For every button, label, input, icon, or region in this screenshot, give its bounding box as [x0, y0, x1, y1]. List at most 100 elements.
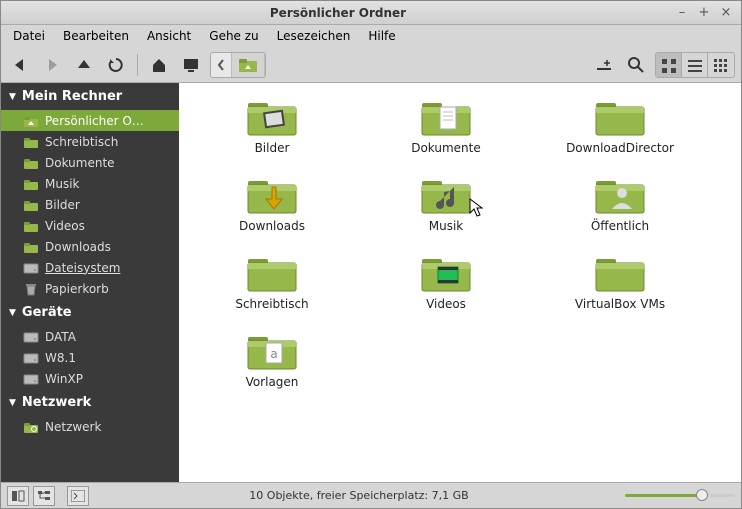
- folder-oeffentlich[interactable]: Öffentlich: [535, 173, 705, 245]
- folder-videos[interactable]: Videos: [361, 251, 531, 323]
- close-button[interactable]: ×: [717, 5, 735, 21]
- sidebar-item-network[interactable]: Netzwerk: [1, 416, 179, 437]
- folder-musik[interactable]: Musik: [361, 173, 531, 245]
- minimize-button[interactable]: –: [673, 5, 691, 21]
- network-icon: [23, 420, 39, 434]
- sidebar-item-label: Schreibtisch: [45, 135, 118, 149]
- sidebar-item-downloads[interactable]: Downloads: [1, 236, 179, 257]
- folder-icon: [594, 253, 646, 293]
- titlebar[interactable]: Persönlicher Ordner – + ×: [1, 1, 741, 25]
- sidebar-item-label: Musik: [45, 177, 80, 191]
- trash-icon: [23, 282, 39, 296]
- toolbar-separator: [137, 54, 138, 76]
- up-button[interactable]: [71, 52, 97, 78]
- folder-icon: [23, 156, 39, 170]
- folder-downloaddirector[interactable]: DownloadDirector: [535, 95, 705, 167]
- chevron-down-icon: ▼: [9, 308, 16, 318]
- sidebar-item-data[interactable]: DATA: [1, 326, 179, 347]
- folder-icon: [23, 198, 39, 212]
- sidebar-item-trash[interactable]: Papierkorb: [1, 278, 179, 299]
- sidebar-item-pictures[interactable]: Bilder: [1, 194, 179, 215]
- folder-downloads[interactable]: Downloads: [187, 173, 357, 245]
- search-button[interactable]: [623, 52, 649, 78]
- sidebar-header-devices[interactable]: ▼ Geräte: [1, 299, 179, 326]
- home-button[interactable]: [146, 52, 172, 78]
- sidebar-item-label: Netzwerk: [45, 420, 101, 434]
- sidebar-item-w81[interactable]: W8.1: [1, 347, 179, 368]
- folder-schreibtisch[interactable]: Schreibtisch: [187, 251, 357, 323]
- pathbar-toggle[interactable]: [211, 53, 232, 77]
- sidebar-header-network[interactable]: ▼ Netzwerk: [1, 389, 179, 416]
- sidebar-item-label: Papierkorb: [45, 282, 109, 296]
- folder-icon: [594, 97, 646, 137]
- folder-icon: [23, 240, 39, 254]
- sidebar-item-label: W8.1: [45, 351, 76, 365]
- back-button[interactable]: [7, 52, 33, 78]
- maximize-button[interactable]: +: [695, 5, 713, 21]
- sidebar[interactable]: ▼ Mein Rechner Persönlicher O… Schreibtis…: [1, 83, 179, 482]
- sidebar-item-label: Persönlicher O…: [45, 114, 144, 128]
- chevron-down-icon: ▼: [9, 92, 16, 102]
- view-compact-button[interactable]: [708, 53, 734, 78]
- pathbar-home-segment[interactable]: [232, 53, 265, 77]
- forward-button[interactable]: [39, 52, 65, 78]
- view-icons-button[interactable]: [656, 53, 682, 78]
- folder-vorlagen[interactable]: a Vorlagen: [187, 329, 357, 401]
- sidebar-places-button[interactable]: [7, 486, 29, 506]
- folder-icon: [420, 97, 472, 137]
- computer-button[interactable]: [178, 52, 204, 78]
- sidebar-item-label: Downloads: [45, 240, 111, 254]
- arrow-left-icon: [11, 56, 29, 74]
- drive-icon: [23, 372, 39, 386]
- sidebar-item-music[interactable]: Musik: [1, 173, 179, 194]
- folder-icon: [246, 97, 298, 137]
- sidebar-item-label: Dateisystem: [45, 261, 120, 275]
- folder-icon: [246, 175, 298, 215]
- view-mode-group: [655, 52, 735, 78]
- sidebar-item-label: Bilder: [45, 198, 80, 212]
- menu-help[interactable]: Hilfe: [360, 27, 403, 45]
- content-pane[interactable]: Bilder DokumenteDownloadDirector Downloads…: [179, 83, 741, 482]
- sidebar-item-filesystem[interactable]: Dateisystem: [1, 257, 179, 278]
- svg-text:a: a: [270, 347, 277, 361]
- zoom-slider[interactable]: [625, 494, 735, 497]
- chevron-left-icon: [217, 59, 225, 71]
- places-icon: [11, 490, 25, 502]
- sidebar-item-label: Dokumente: [45, 156, 115, 170]
- terminal-button[interactable]: [67, 486, 89, 506]
- folder-bilder[interactable]: Bilder: [187, 95, 357, 167]
- sidebar-tree-button[interactable]: [33, 486, 55, 506]
- sidebar-item-label: Videos: [45, 219, 85, 233]
- folder-icon: [420, 253, 472, 293]
- pathbar[interactable]: [210, 52, 266, 78]
- folder-label: Vorlagen: [246, 375, 299, 389]
- location-icon: [595, 58, 613, 72]
- sidebar-header-computer[interactable]: ▼ Mein Rechner: [1, 83, 179, 110]
- sidebar-section-network: ▼ Netzwerk Netzwerk: [1, 389, 179, 437]
- zoom-thumb[interactable]: [696, 489, 708, 501]
- reload-button[interactable]: [103, 52, 129, 78]
- folder-icon: [594, 175, 646, 215]
- sidebar-item-winxp[interactable]: WinXP: [1, 368, 179, 389]
- menu-file[interactable]: Datei: [5, 27, 53, 45]
- folder-virtualbox[interactable]: VirtualBox VMs: [535, 251, 705, 323]
- location-toggle-button[interactable]: [591, 52, 617, 78]
- folder-label: Bilder: [255, 141, 290, 155]
- folder-icon: a: [246, 331, 298, 371]
- folder-dokumente[interactable]: Dokumente: [361, 95, 531, 167]
- menu-bookmarks[interactable]: Lesezeichen: [269, 27, 359, 45]
- sidebar-item-label: DATA: [45, 330, 76, 344]
- sidebar-item-label: WinXP: [45, 372, 83, 386]
- folder-icon: [23, 135, 39, 149]
- sidebar-item-home[interactable]: Persönlicher O…: [1, 110, 179, 131]
- folder-label: VirtualBox VMs: [575, 297, 665, 311]
- file-manager-window: Persönlicher Ordner – + × Datei Bearbeit…: [0, 0, 742, 509]
- menu-go[interactable]: Gehe zu: [201, 27, 266, 45]
- view-list-button[interactable]: [682, 53, 708, 78]
- sidebar-item-videos[interactable]: Videos: [1, 215, 179, 236]
- menu-edit[interactable]: Bearbeiten: [55, 27, 137, 45]
- menu-view[interactable]: Ansicht: [139, 27, 199, 45]
- sidebar-item-documents[interactable]: Dokumente: [1, 152, 179, 173]
- sidebar-item-desktop[interactable]: Schreibtisch: [1, 131, 179, 152]
- monitor-icon: [182, 56, 200, 74]
